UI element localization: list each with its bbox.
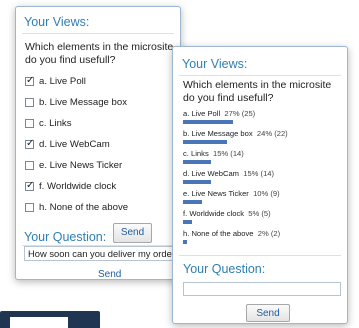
views-heading: Your Views: (182, 57, 248, 71)
result-label: f. Worldwide clock (183, 209, 245, 218)
option-label: f. Worldwide clock (39, 181, 117, 192)
result-live-webcam: d. Live WebCam 15% (14) (183, 169, 343, 184)
result-percent: 2% (2) (257, 229, 281, 238)
checkbox[interactable] (25, 119, 34, 128)
checkbox[interactable] (25, 161, 34, 170)
views-heading: Your Views: (24, 15, 90, 29)
result-live-message-box: b. Live Message box 24% (22) (183, 129, 343, 144)
result-percent: 10% (9) (253, 189, 280, 198)
result-bar (183, 160, 211, 164)
checkbox-checked[interactable] (25, 138, 34, 150)
option-live-message-box[interactable]: b. Live Message box (25, 97, 127, 108)
checkbox-checked[interactable] (25, 180, 34, 192)
poll-question: Which elements in the microsite do you f… (183, 79, 332, 104)
question-send-button[interactable]: Send (98, 269, 121, 280)
option-label: c. Links (39, 118, 72, 129)
option-label: h. None of the above (39, 202, 129, 213)
result-bar (183, 240, 187, 244)
result-percent: 27% (25) (224, 109, 256, 118)
result-bar (183, 180, 211, 184)
result-bar (183, 200, 202, 204)
option-live-news-ticker[interactable]: e. Live News Ticker (25, 160, 122, 171)
result-bar (183, 140, 227, 144)
result-none-of-the-above: h. None of the above 2% (2) (183, 229, 343, 244)
question-input[interactable] (183, 282, 341, 296)
divider (22, 33, 174, 34)
result-label: h. None of the above (183, 229, 254, 238)
result-label: a. Live Poll (183, 109, 221, 118)
result-label: b. Live Message box (183, 129, 253, 138)
result-label: d. Live WebCam (183, 169, 239, 178)
result-live-news-ticker: e. Live News Ticker 10% (9) (183, 189, 343, 204)
result-worldwide-clock: f. Worldwide clock 5% (5) (183, 209, 343, 224)
result-label: e. Live News Ticker (183, 189, 249, 198)
result-bar (183, 120, 233, 124)
option-links[interactable]: c. Links (25, 118, 72, 129)
result-links: c. Links 15% (14) (183, 149, 343, 164)
option-label: e. Live News Ticker (39, 160, 123, 171)
footer-bar (0, 311, 100, 328)
option-live-webcam[interactable]: d. Live WebCam (25, 138, 110, 150)
divider (179, 255, 341, 256)
divider (179, 75, 341, 76)
poll-vote-panel: Your Views: Which elements in the micros… (15, 6, 181, 280)
result-percent: 24% (22) (256, 129, 288, 138)
result-percent: 15% (14) (212, 149, 244, 158)
checkbox[interactable] (25, 98, 34, 107)
result-percent: 5% (5) (248, 209, 271, 218)
question-send-button[interactable]: Send (246, 304, 290, 322)
result-percent: 15% (14) (243, 169, 275, 178)
result-label: c. Links (183, 149, 209, 158)
option-label: a. Live Poll (39, 76, 86, 87)
option-live-poll[interactable]: a. Live Poll (25, 75, 86, 87)
poll-results-panel: Your Views: Which elements in the micros… (172, 46, 348, 324)
option-none-of-the-above[interactable]: h. None of the above (25, 202, 128, 213)
vote-send-button[interactable]: Send (113, 223, 152, 243)
question-input[interactable]: How soon can you deliver my order? (24, 246, 178, 261)
checkbox-checked[interactable] (25, 75, 34, 87)
checkbox[interactable] (25, 203, 34, 212)
option-label: b. Live Message box (39, 97, 127, 108)
result-live-poll: a. Live Poll 27% (25) (183, 109, 343, 124)
poll-question: Which elements in the microsite do you f… (25, 41, 174, 66)
footer-tab (10, 317, 68, 328)
question-heading: Your Question: (24, 230, 107, 244)
option-worldwide-clock[interactable]: f. Worldwide clock (25, 180, 117, 192)
result-bar (183, 220, 192, 224)
question-heading: Your Question: (183, 262, 266, 276)
option-label: d. Live WebCam (39, 139, 110, 150)
